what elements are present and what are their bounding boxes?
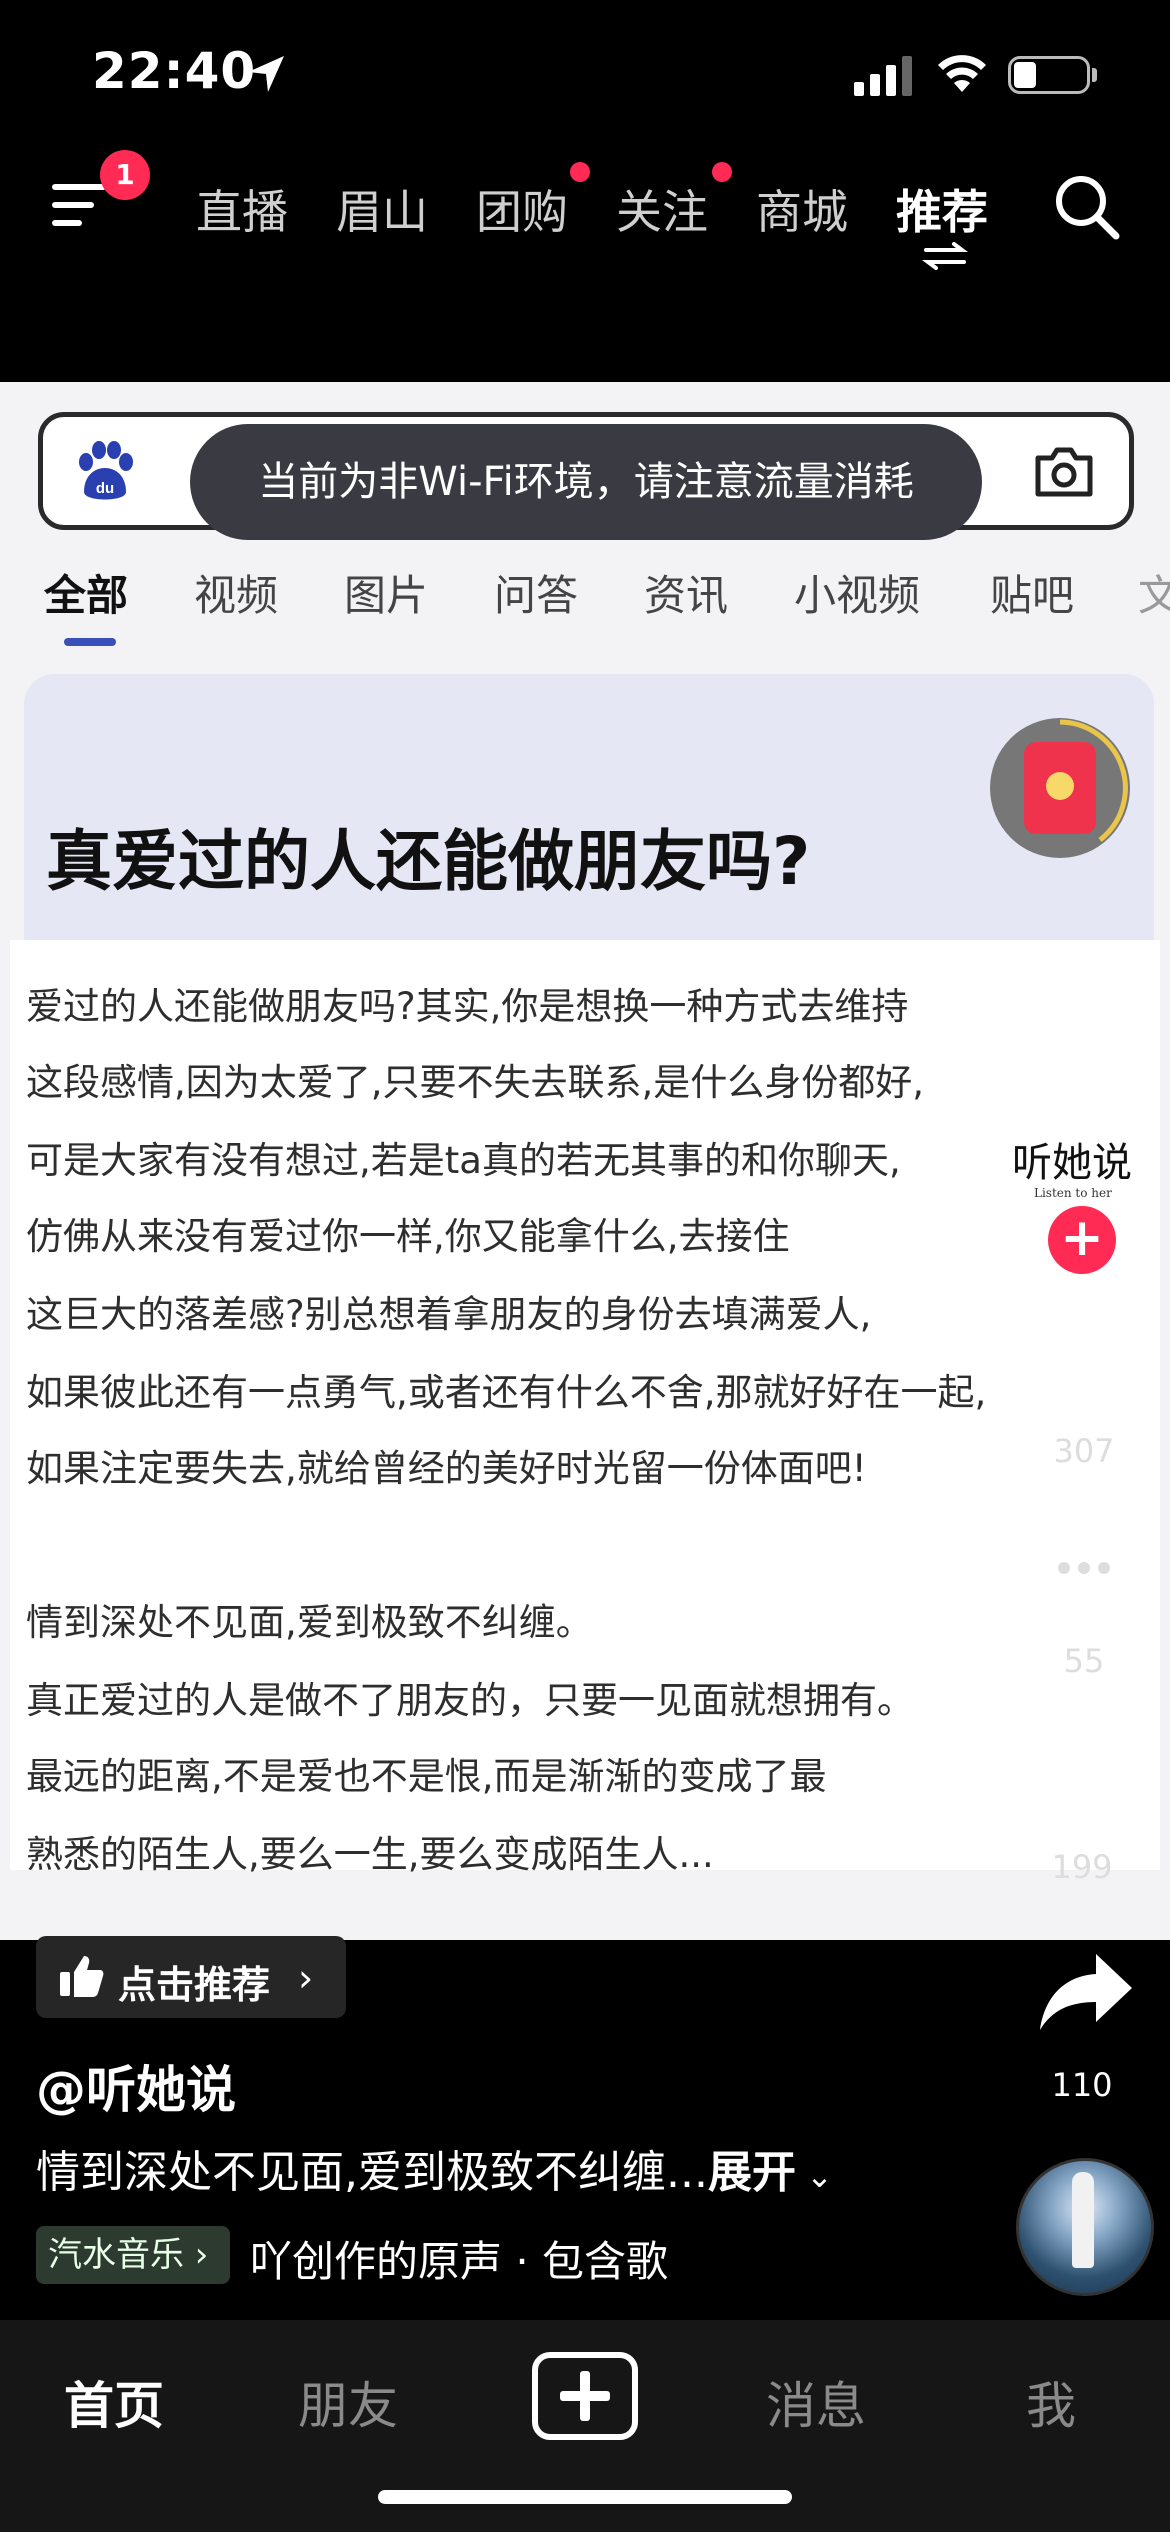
paragraph-line: 真正爱过的人是做不了朋友的，只要一见面就想拥有。 <box>26 1679 914 1722</box>
tab-following-dot <box>712 162 732 182</box>
menu-icon[interactable] <box>52 182 106 228</box>
category-short-video: 小视频 <box>794 571 921 620</box>
cellular-signal-icon <box>854 56 912 96</box>
tab-live[interactable]: 直播 <box>196 176 288 242</box>
paragraph-line: 熟悉的陌生人,要么一生,要么变成陌生人... <box>26 1833 714 1876</box>
music-app-label: 汽水音乐 <box>48 2235 184 2275</box>
category-qa: 问答 <box>494 571 579 620</box>
tab-meishan[interactable]: 眉山 <box>336 176 428 242</box>
expand-link[interactable]: 展开 <box>708 2147 796 2198</box>
favorite-star-icon[interactable] <box>1030 1728 1134 1828</box>
headline: 真爱过的人还能做朋友吗? <box>46 823 811 900</box>
author-name[interactable]: @听她说 <box>36 2050 236 2122</box>
follow-button[interactable]: + <box>1048 1206 1116 1274</box>
status-time: 22:40 <box>92 42 257 100</box>
category-news: 资讯 <box>644 571 729 620</box>
tab-friends[interactable]: 朋友 <box>298 2366 398 2438</box>
share-count: 110 <box>1051 2066 1113 2104</box>
thumbs-up-icon <box>60 1956 104 1997</box>
tab-recommend[interactable]: 推荐 <box>896 176 988 242</box>
camera-icon <box>1035 447 1093 497</box>
like-count: 307 <box>1053 1432 1115 1470</box>
comment-count: 55 <box>1063 1642 1105 1680</box>
tab-group-buy-dot <box>570 162 590 182</box>
category-culture: 文 <box>1138 571 1170 620</box>
video-caption[interactable]: 情到深处不见面,爱到极致不纠缠...展开 ⌄ <box>36 2136 833 2200</box>
paragraph-line: 最远的距离,不是爱也不是恨,而是渐渐的变成了最 <box>26 1755 827 1798</box>
creator-watermark-subtitle: Listen to her <box>1034 1186 1112 1200</box>
share-arrow-icon[interactable] <box>1036 1950 1136 2034</box>
paragraph-line: 这段感情,因为太爱了,只要不失去联系,是什么身份都好, <box>26 1061 925 1104</box>
search-icon[interactable] <box>1052 172 1122 242</box>
avatar-figure <box>1072 2172 1094 2268</box>
category-video: 视频 <box>194 571 279 620</box>
recommend-label: 点击推荐 <box>118 1963 271 2007</box>
category-all: 全部 <box>44 571 129 620</box>
paragraph-line: 爱过的人还能做朋友吗?其实,你是想换一种方式去维持 <box>26 985 909 1028</box>
battery-tip <box>1092 68 1097 82</box>
category-images: 图片 <box>344 571 429 620</box>
switch-feed-icon[interactable] <box>922 242 968 270</box>
tab-messages[interactable]: 消息 <box>766 2366 866 2438</box>
like-heart-icon[interactable] <box>1032 1312 1134 1408</box>
chevron-right-icon: › <box>184 2235 209 2275</box>
music-title[interactable]: 吖创作的原声 · 包含歌 <box>250 2228 668 2289</box>
caption-text: 情到深处不见面,爱到极致不纠缠... <box>36 2147 708 2198</box>
wifi-icon <box>938 55 986 92</box>
paragraph-line: 可是大家有没有想过,若是ta真的若无其事的和你聊天, <box>26 1139 901 1182</box>
chevron-down-icon: ⌄ <box>795 2157 833 2195</box>
menu-badge: 1 <box>100 150 150 200</box>
location-arrow-icon <box>248 56 284 92</box>
tab-group-buy[interactable]: 团购 <box>476 176 568 242</box>
red-envelope-seal <box>1046 772 1074 800</box>
category-underline <box>64 638 116 646</box>
tab-me[interactable]: 我 <box>1026 2366 1076 2438</box>
battery-level <box>1014 62 1036 88</box>
paragraph-line: 情到深处不见面,爱到极致不纠缠。 <box>26 1601 593 1644</box>
paragraph-line: 如果彼此还有一点勇气,或者还有什么不舍,那就好好在一起, <box>26 1371 987 1414</box>
paragraph-line: 这巨大的落差感?别总想着拿朋友的身份去填满爱人, <box>26 1293 872 1336</box>
tab-home[interactable]: 首页 <box>64 2366 164 2438</box>
plus-icon-vertical <box>580 2371 590 2421</box>
chevron-right-icon: › <box>298 1956 314 2000</box>
creator-watermark: 听她说 <box>1012 1140 1132 1186</box>
paragraph-line: 仿佛从来没有爱过你一样,你又能拿什么,去接住 <box>26 1215 790 1258</box>
category-tieba: 贴吧 <box>990 571 1075 620</box>
svg-text:du: du <box>96 480 114 497</box>
paragraph-line: 如果注定要失去,就给曾经的美好时光留一份体面吧! <box>26 1447 867 1490</box>
comment-icon[interactable] <box>1030 1522 1138 1622</box>
music-app-tag[interactable]: 汽水音乐 › <box>36 2226 230 2284</box>
home-indicator <box>378 2490 792 2504</box>
favorite-count: 199 <box>1051 1848 1113 1886</box>
baidu-paw-icon: du <box>79 441 133 500</box>
tab-mall[interactable]: 商城 <box>756 176 848 242</box>
tab-following[interactable]: 关注 <box>616 176 708 242</box>
network-toast: 当前为非Wi-Fi环境，请注意流量消耗 <box>190 424 982 540</box>
